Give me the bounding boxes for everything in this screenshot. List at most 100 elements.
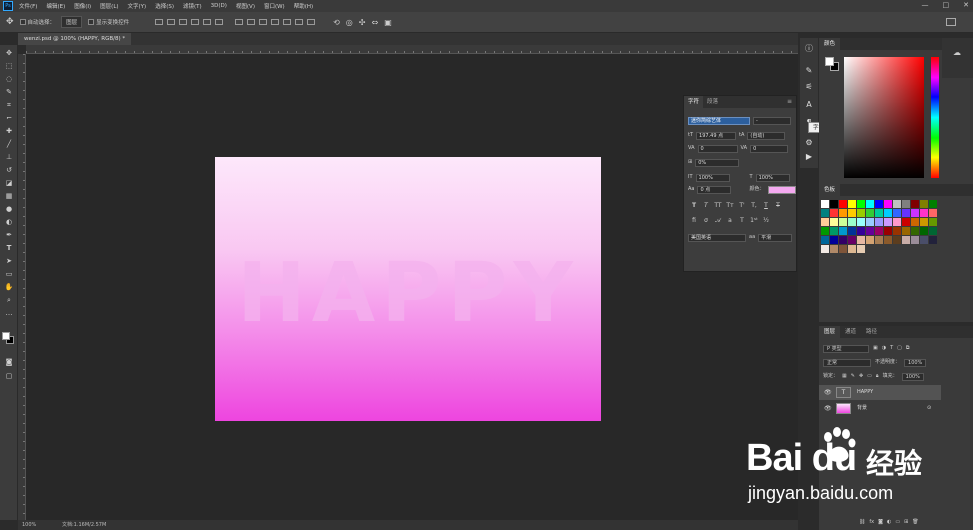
menu-file[interactable]: 文件(F) <box>19 2 37 10</box>
character-panel-icon[interactable]: A <box>804 100 814 110</box>
filter-type-icon[interactable]: T <box>890 344 893 353</box>
filter-pixel-icon[interactable]: ▣ <box>873 344 878 353</box>
swatch[interactable] <box>830 218 838 226</box>
swatch[interactable] <box>848 200 856 208</box>
swatch[interactable] <box>821 209 829 217</box>
swatch[interactable] <box>830 209 838 217</box>
dodge-tool-icon[interactable]: ◐ <box>4 218 14 227</box>
swatch[interactable] <box>839 245 847 253</box>
auto-select-dropdown[interactable]: 图层 <box>61 16 83 28</box>
old-style-icon[interactable]: σ <box>702 217 710 225</box>
swatch[interactable] <box>920 200 928 208</box>
swatch[interactable] <box>893 209 901 217</box>
color-picker-field[interactable] <box>844 57 924 178</box>
align-bottom-icon[interactable] <box>179 19 188 25</box>
swatch[interactable] <box>875 227 883 235</box>
eraser-tool-icon[interactable]: ◪ <box>4 179 14 188</box>
faux-bold-button[interactable]: T <box>690 202 698 210</box>
fill-field[interactable]: 100% <box>901 372 924 381</box>
layer-name[interactable]: HAPPY <box>857 385 873 400</box>
lasso-tool-icon[interactable]: ◌ <box>4 75 14 84</box>
brush-settings-icon[interactable]: ✎ <box>804 66 814 76</box>
pen-tool-icon[interactable]: ✒ <box>4 231 14 240</box>
rectangle-tool-icon[interactable]: ▭ <box>4 270 14 279</box>
swatch[interactable] <box>857 236 865 244</box>
lock-paint-icon[interactable]: ✎ <box>851 372 855 381</box>
tab-paths[interactable]: 路径 <box>861 326 882 338</box>
visibility-eye-icon[interactable]: 👁︎ <box>824 385 832 400</box>
tab-character[interactable]: 字符 <box>684 96 704 108</box>
quick-mask-icon[interactable]: ◙ <box>4 358 14 367</box>
swatch[interactable] <box>902 227 910 235</box>
swatch[interactable] <box>839 200 847 208</box>
swatch[interactable] <box>857 227 865 235</box>
swatch[interactable] <box>848 245 856 253</box>
hand-tool-icon[interactable]: ✋ <box>4 283 14 292</box>
swatch[interactable] <box>821 236 829 244</box>
superscript-button[interactable]: T' <box>738 202 746 210</box>
kerning-field[interactable]: 0 <box>697 144 738 153</box>
tab-swatches[interactable]: 色板 <box>819 184 841 196</box>
lock-move-icon[interactable]: ✥ <box>859 372 863 381</box>
menu-view[interactable]: 视图(V) <box>236 2 255 10</box>
history-brush-tool-icon[interactable]: ↺ <box>4 166 14 175</box>
move-tool-icon[interactable]: ✥ <box>6 17 14 27</box>
document-tab[interactable]: wenzi.psd @ 100% (HAPPY, RGB/8) * <box>18 33 132 45</box>
align-hcenter-icon[interactable] <box>203 19 212 25</box>
document-canvas[interactable]: HAPPY <box>215 157 601 421</box>
swatch[interactable] <box>902 236 910 244</box>
healing-brush-tool-icon[interactable]: ✚ <box>4 127 14 136</box>
transform-controls-checkbox[interactable] <box>88 19 95 25</box>
swatch[interactable] <box>821 245 829 253</box>
swatch[interactable] <box>884 236 892 244</box>
swatch[interactable] <box>857 200 865 208</box>
anti-alias-dropdown[interactable]: 平滑 <box>758 233 793 242</box>
horizontal-scale-field[interactable]: 100% <box>755 173 790 182</box>
swatch[interactable] <box>929 227 937 235</box>
tsume-field[interactable]: 0% <box>695 158 740 167</box>
swatch[interactable] <box>875 209 883 217</box>
distribute-right-icon[interactable] <box>295 19 304 25</box>
swatch[interactable] <box>911 227 919 235</box>
swatch[interactable] <box>884 209 892 217</box>
align-right-icon[interactable] <box>215 19 224 25</box>
all-caps-button[interactable]: TT <box>714 202 722 210</box>
move-tool-icon[interactable]: ✥ <box>4 49 14 58</box>
swatch[interactable] <box>830 200 838 208</box>
crop-tool-icon[interactable]: ⌗ <box>4 101 14 110</box>
menu-type[interactable]: 文字(Y) <box>128 2 147 10</box>
swatch[interactable] <box>821 218 829 226</box>
screen-mode-icon[interactable]: ▢ <box>4 372 14 381</box>
swatch[interactable] <box>902 209 910 217</box>
play-action-icon[interactable]: ▶ <box>804 152 814 162</box>
swatch[interactable] <box>929 218 937 226</box>
lock-artboard-icon[interactable]: ▭ <box>867 372 872 381</box>
fractions-icon[interactable]: ½ <box>762 217 770 225</box>
blend-mode-dropdown[interactable]: 正常 <box>823 358 871 367</box>
layer-row-background[interactable]: 👁︎ 背景 ⊙ <box>819 401 941 416</box>
panel-fg-swatch[interactable] <box>825 57 834 66</box>
swatch[interactable] <box>839 227 847 235</box>
swatch[interactable] <box>920 209 928 217</box>
3d-roll-icon[interactable]: ◎ <box>346 18 353 27</box>
swatch[interactable] <box>875 218 883 226</box>
swatch[interactable] <box>911 236 919 244</box>
swatch[interactable] <box>821 227 829 235</box>
swatch[interactable] <box>911 218 919 226</box>
swatch[interactable] <box>929 209 937 217</box>
swatch[interactable] <box>866 236 874 244</box>
swatch[interactable] <box>929 236 937 244</box>
subscript-button[interactable]: T, <box>750 202 758 210</box>
visibility-eye-icon[interactable]: 👁︎ <box>824 401 832 416</box>
marquee-tool-icon[interactable]: ⬚ <box>4 62 14 71</box>
menu-filter[interactable]: 滤镜(T) <box>183 2 202 10</box>
font-size-field[interactable]: 197.49 点 <box>696 131 737 140</box>
hue-slider[interactable] <box>931 57 939 178</box>
swatch[interactable] <box>857 245 865 253</box>
swash-icon[interactable]: 𝒜 <box>714 217 722 225</box>
gradient-tool-icon[interactable]: ▦ <box>4 192 14 201</box>
titling-icon[interactable]: T <box>738 217 746 225</box>
language-dropdown[interactable]: 美国英语 <box>688 233 746 242</box>
more-tools-icon[interactable]: … <box>4 309 14 318</box>
swatch[interactable] <box>911 209 919 217</box>
